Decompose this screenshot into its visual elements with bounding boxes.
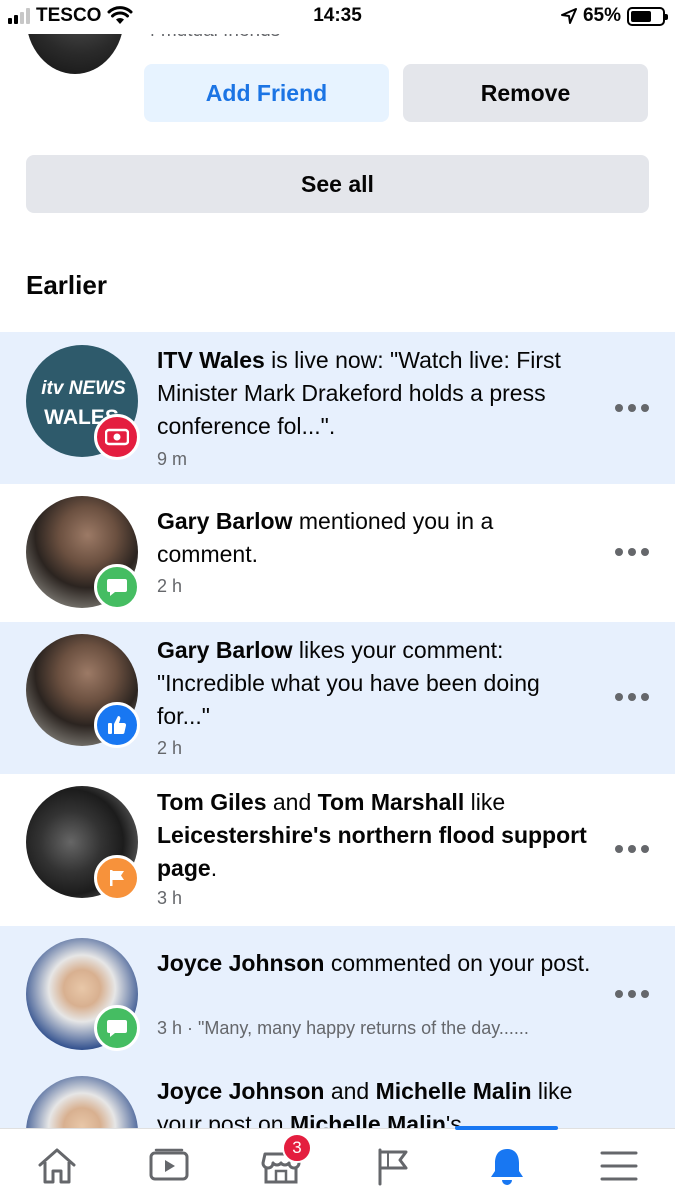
tab-pages[interactable] [368, 1141, 418, 1191]
tab-home[interactable] [32, 1141, 82, 1191]
location-arrow-icon [560, 8, 577, 24]
notifications-bell-icon [491, 1149, 523, 1185]
notification-time: 3 h · "Many, many happy returns of the d… [157, 1018, 529, 1038]
more-options-icon[interactable] [615, 845, 649, 853]
tab-menu[interactable] [594, 1141, 644, 1191]
flag-icon [94, 855, 140, 901]
tab-notifications[interactable] [482, 1141, 532, 1191]
notification-actor-2: Tom Marshall [317, 789, 465, 815]
comment-icon [94, 564, 140, 610]
notification-time: 2 h [157, 576, 183, 596]
notification-object: Leicestershire's northern flood support … [157, 822, 587, 881]
notification-actor: Gary Barlow [157, 637, 293, 663]
tab-watch[interactable] [144, 1141, 194, 1191]
status-bar: TESCO 14:35 65% [0, 0, 675, 34]
see-all-button[interactable]: See all [26, 155, 649, 213]
notification-actor: Joyce Johnson [157, 950, 325, 976]
notification-body: commented on your post. [324, 950, 591, 976]
battery-percent: 65% [582, 5, 621, 26]
tab-marketplace[interactable]: 3 [256, 1133, 312, 1191]
notifications-screen: TESCO 14:35 65% 4 mutual friends Add Fri… [0, 0, 675, 1200]
notification-text: Gary Barlow likes your comment: "Incredi… [157, 634, 597, 733]
thumbs-up-icon [94, 702, 140, 748]
avatar-logo-line1: itv NEWS [41, 378, 126, 399]
bottom-tab-bar: 3 [0, 1126, 675, 1200]
notification-time: 3 h [157, 888, 183, 908]
battery-icon [627, 6, 668, 26]
section-title-earlier: Earlier [26, 270, 107, 300]
notification-time: 2 h [157, 738, 183, 758]
live-video-icon [94, 414, 140, 460]
notification-text: Joyce Johnson commented on your post. [157, 947, 597, 980]
pages-flag-icon [378, 1148, 408, 1186]
notification-item[interactable]: itv NEWS WALES ITV Wales is live now: "W… [0, 332, 675, 484]
notification-connector: and [266, 789, 318, 815]
more-options-icon[interactable] [615, 693, 649, 701]
battery-area: 65% [560, 5, 668, 27]
notification-actor: Gary Barlow [157, 508, 293, 534]
notification-actor: Joyce Johnson [157, 1078, 325, 1104]
notification-actor: ITV Wales [157, 347, 265, 373]
home-icon [38, 1148, 76, 1184]
notification-item[interactable]: Gary Barlow mentioned you in a comment. … [0, 484, 675, 622]
notification-time: 9 m [157, 449, 188, 469]
menu-hamburger-icon [600, 1151, 638, 1181]
notification-text: Gary Barlow mentioned you in a comment. [157, 505, 597, 571]
notification-suffix: . [210, 855, 218, 881]
more-options-icon[interactable] [615, 548, 649, 556]
notification-connector: and [324, 1078, 376, 1104]
notification-text: Tom Giles and Tom Marshall like Leiceste… [157, 786, 597, 885]
notification-text: ITV Wales is live now: "Watch live: Firs… [157, 344, 597, 443]
add-friend-button[interactable]: Add Friend [144, 64, 389, 122]
marketplace-count-badge: 3 [282, 1133, 312, 1163]
more-options-icon[interactable] [615, 990, 649, 998]
more-options-icon[interactable] [615, 404, 649, 412]
remove-button[interactable]: Remove [403, 64, 648, 122]
active-tab-indicator [455, 1126, 558, 1130]
notification-item[interactable]: Gary Barlow likes your comment: "Incredi… [0, 622, 675, 774]
notification-item[interactable]: Joyce Johnson commented on your post. 3 … [0, 926, 675, 1064]
watch-video-icon [149, 1148, 189, 1181]
comment-icon [94, 1005, 140, 1051]
notification-body: like [464, 789, 506, 815]
notification-item[interactable]: Tom Giles and Tom Marshall like Leiceste… [0, 774, 675, 926]
notification-actor: Tom Giles [157, 789, 267, 815]
notification-actor-2: Michelle Malin [375, 1078, 532, 1104]
